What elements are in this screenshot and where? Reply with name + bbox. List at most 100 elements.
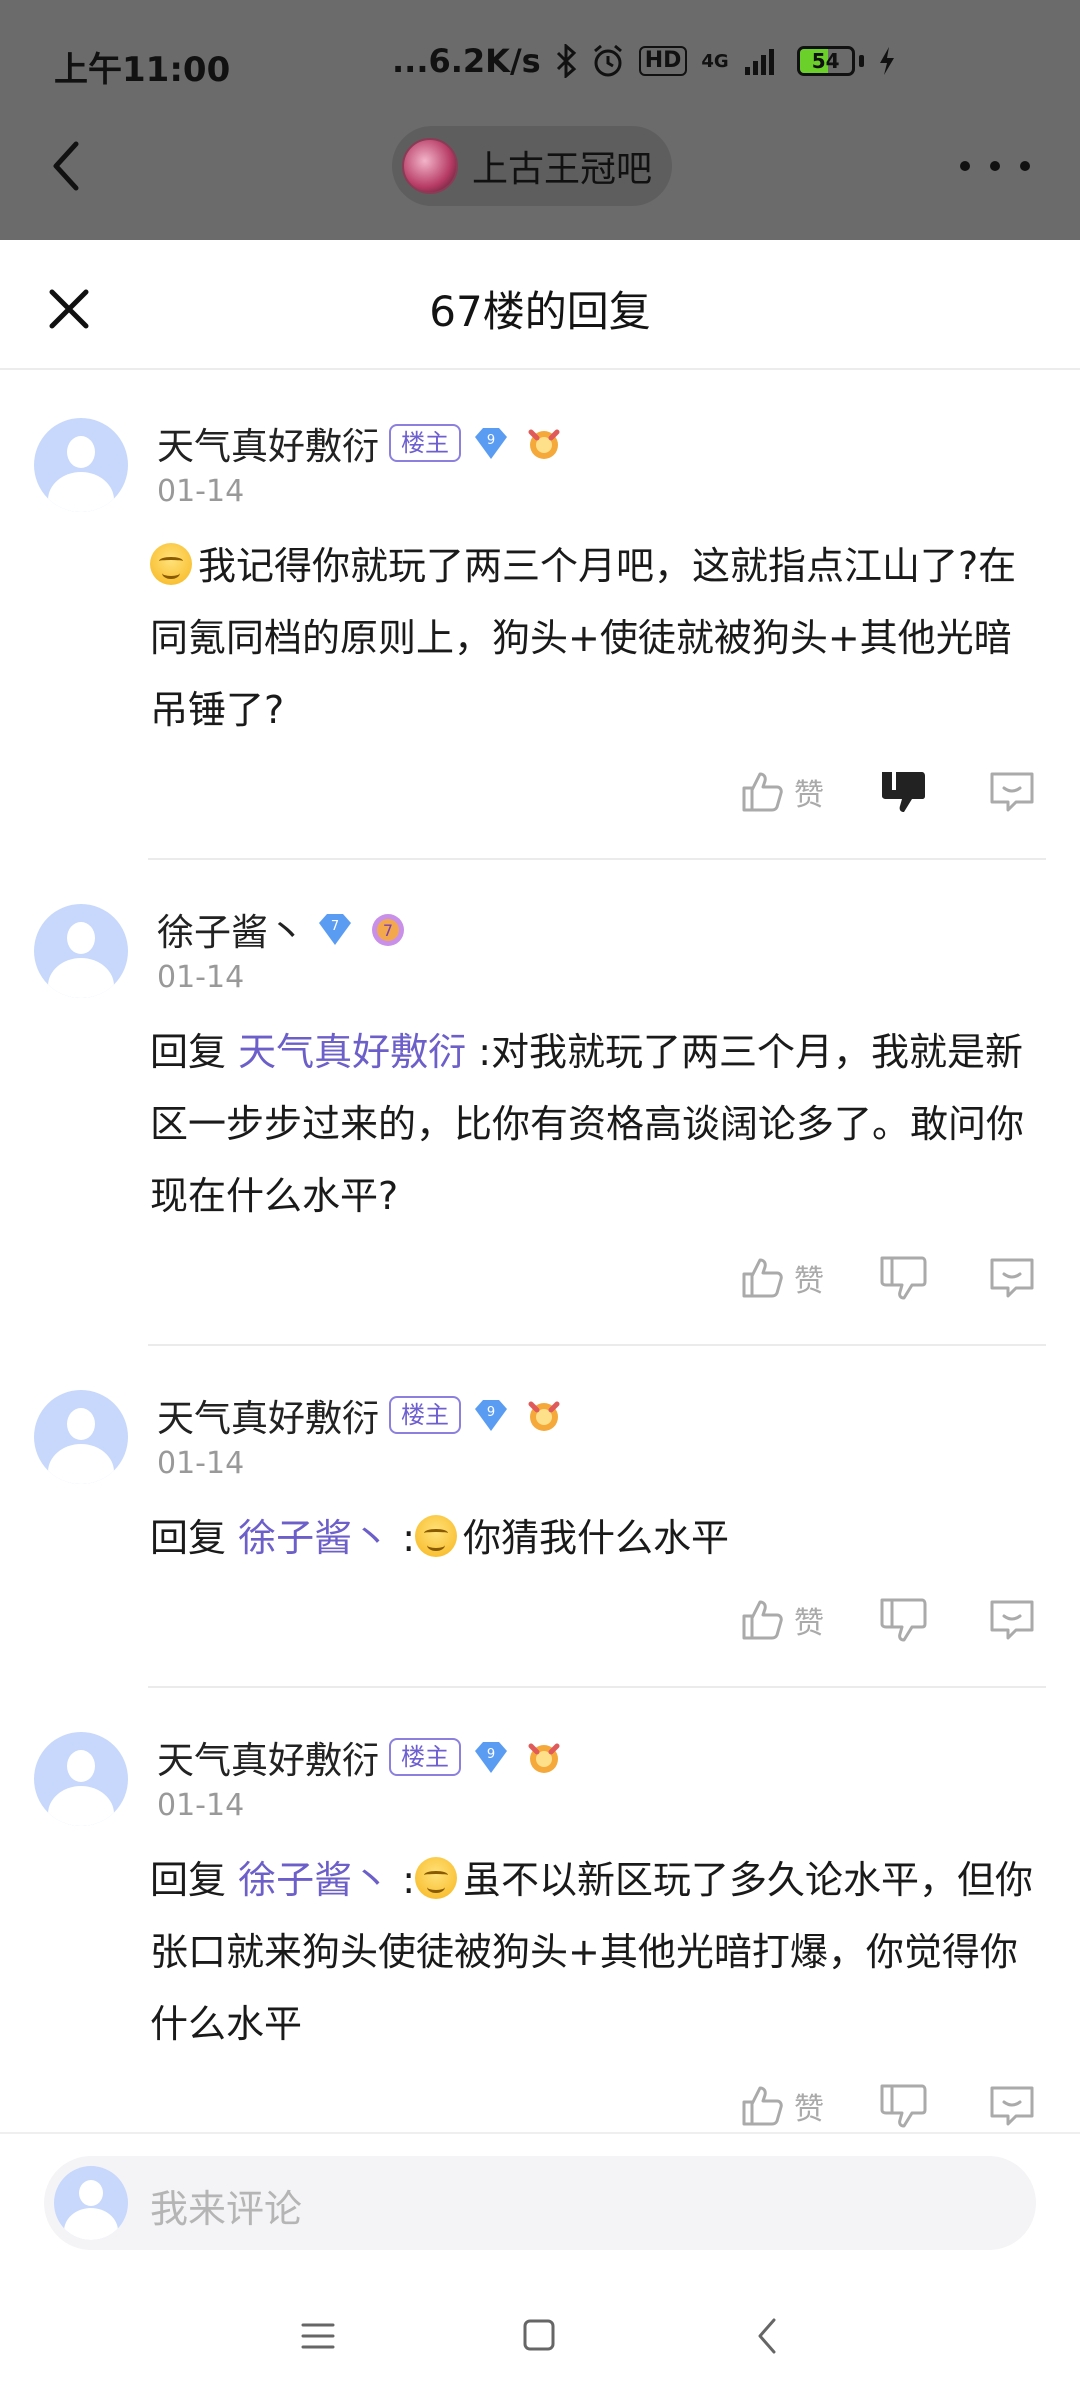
reply-actions: 赞 bbox=[738, 1590, 1038, 1650]
reply-actions: 赞 bbox=[738, 1248, 1038, 1308]
username[interactable]: 徐子酱丶 bbox=[157, 902, 305, 956]
emoji-icon bbox=[415, 1857, 457, 1899]
avatar[interactable] bbox=[34, 1390, 128, 1484]
mention-suffix: : bbox=[390, 1858, 415, 1902]
reply-date: 01-14 bbox=[157, 474, 245, 509]
alarm-icon bbox=[593, 44, 622, 77]
network-speed: ...6.2K/s bbox=[392, 42, 541, 80]
thumbs-up-icon bbox=[742, 772, 783, 812]
like-button[interactable]: 赞 bbox=[738, 768, 868, 816]
nav-back-icon[interactable] bbox=[752, 2316, 782, 2356]
avatar[interactable] bbox=[34, 1732, 128, 1826]
diamond-level-icon: 9 bbox=[475, 1400, 507, 1431]
reply-content: 我记得你就玩了两三个月吧，这就指点江山了?在同氪同档的原则上，狗头+使徒就被狗头… bbox=[150, 530, 1040, 746]
level-number: 7 bbox=[331, 919, 339, 934]
user-row: 天气真好敷衍 楼主 9 bbox=[157, 1730, 567, 1784]
reply-content: 回复 徐子酱丶 : 你猜我什么水平 bbox=[150, 1502, 1040, 1574]
thumbs-down-icon[interactable] bbox=[878, 1594, 930, 1646]
avatar[interactable] bbox=[34, 418, 128, 512]
mention-link[interactable]: 天气真好敷衍 bbox=[238, 1030, 466, 1074]
medal-icon bbox=[528, 429, 560, 459]
owner-badge: 楼主 bbox=[389, 1396, 461, 1434]
thumbs-down-icon[interactable] bbox=[878, 1252, 930, 1304]
user-row: 天气真好敷衍 楼主 9 bbox=[157, 416, 567, 470]
status-bar: 上午11:00 ...6.2K/s HD 4G 54 bbox=[0, 0, 1080, 130]
forum-nav-bar: 上古王冠吧 bbox=[0, 120, 1080, 220]
thumbs-down-icon[interactable] bbox=[878, 766, 930, 818]
forum-pill[interactable]: 上古王冠吧 bbox=[392, 126, 673, 206]
mention-suffix: : bbox=[466, 1030, 491, 1074]
emoji-icon bbox=[150, 543, 192, 585]
home-icon[interactable] bbox=[522, 2318, 556, 2352]
more-icon[interactable] bbox=[960, 146, 1030, 186]
comment-bar: 我来评论 bbox=[0, 2132, 1080, 2270]
diamond-level-icon: 9 bbox=[475, 1742, 507, 1773]
divider bbox=[148, 1686, 1046, 1688]
medal-icon: 7 bbox=[372, 914, 404, 946]
level-number: 9 bbox=[487, 1405, 495, 1420]
avatar[interactable] bbox=[34, 904, 128, 998]
thumbs-up-icon bbox=[742, 1258, 783, 1298]
status-indicators: ...6.2K/s HD 4G 54 bbox=[392, 42, 896, 80]
menu-icon[interactable] bbox=[300, 2318, 336, 2354]
back-arrow-icon[interactable] bbox=[40, 136, 100, 196]
network-type: 4G bbox=[701, 50, 729, 72]
thumbs-down-icon[interactable] bbox=[878, 2080, 930, 2132]
owner-badge: 楼主 bbox=[389, 1738, 461, 1776]
divider bbox=[148, 858, 1046, 860]
hd-indicator: HD bbox=[638, 46, 688, 76]
comment-icon[interactable] bbox=[986, 1252, 1038, 1304]
diamond-level-icon: 9 bbox=[475, 428, 507, 459]
sheet-title: 67楼的回复 bbox=[429, 287, 651, 336]
user-row: 天气真好敷衍 楼主 9 bbox=[157, 1388, 567, 1442]
reply-prefix: 回复 bbox=[150, 1030, 239, 1074]
thumbs-up-icon bbox=[742, 1600, 783, 1640]
reply-content: 回复 徐子酱丶 : 虽不以新区玩了多久论水平，但你张口就来狗头使徒被狗头+其他光暗… bbox=[150, 1844, 1040, 2060]
user-row: 徐子酱丶 7 7 bbox=[157, 902, 411, 956]
forum-name: 上古王冠吧 bbox=[472, 149, 653, 190]
signal-icon bbox=[744, 49, 774, 75]
mention-link[interactable]: 徐子酱丶 bbox=[238, 1858, 390, 1902]
like-button[interactable]: 赞 bbox=[738, 1254, 868, 1302]
reply-text: 你猜我什么水平 bbox=[463, 1516, 730, 1560]
comment-icon[interactable] bbox=[986, 766, 1038, 818]
like-label: 赞 bbox=[794, 778, 824, 813]
comment-icon[interactable] bbox=[986, 2080, 1038, 2132]
like-label: 赞 bbox=[794, 2092, 824, 2127]
username[interactable]: 天气真好敷衍 bbox=[157, 416, 379, 470]
status-time: 上午11:00 bbox=[54, 50, 231, 90]
reply-prefix: 回复 bbox=[150, 1858, 239, 1902]
level-number: 9 bbox=[487, 1747, 495, 1762]
reply-date: 01-14 bbox=[157, 960, 245, 995]
reply-content: 回复 天气真好敷衍 :对我就玩了两三个月，我就是新区一步步过来的，比你有资格高谈… bbox=[150, 1016, 1040, 1232]
comment-placeholder: 我来评论 bbox=[150, 2187, 303, 2231]
bluetooth-icon bbox=[556, 44, 576, 78]
reply-date: 01-14 bbox=[157, 1788, 245, 1823]
like-button[interactable]: 赞 bbox=[738, 1596, 868, 1644]
reply-actions: 赞 bbox=[738, 2076, 1038, 2136]
username[interactable]: 天气真好敷衍 bbox=[157, 1730, 379, 1784]
reply-date: 01-14 bbox=[157, 1446, 245, 1481]
svg-text:7: 7 bbox=[383, 921, 393, 940]
level-number: 9 bbox=[487, 433, 495, 448]
sheet-header: 67楼的回复 bbox=[0, 240, 1080, 370]
username[interactable]: 天气真好敷衍 bbox=[157, 1388, 379, 1442]
emoji-icon bbox=[415, 1515, 457, 1557]
reply-text: 我记得你就玩了两三个月吧，这就指点江山了?在同氪同档的原则上，狗头+使徒就被狗头… bbox=[150, 544, 1017, 732]
owner-badge: 楼主 bbox=[389, 424, 461, 462]
diamond-level-icon: 7 bbox=[319, 914, 351, 945]
thumbs-up-icon bbox=[742, 2086, 783, 2126]
divider bbox=[148, 1344, 1046, 1346]
medal-icon bbox=[528, 1401, 560, 1431]
comment-icon[interactable] bbox=[986, 1594, 1038, 1646]
like-label: 赞 bbox=[794, 1606, 824, 1641]
battery-percent: 54 bbox=[811, 49, 840, 73]
avatar bbox=[54, 2166, 128, 2240]
forum-avatar bbox=[402, 138, 458, 194]
comment-input[interactable]: 我来评论 bbox=[44, 2156, 1036, 2250]
reply-prefix: 回复 bbox=[150, 1516, 239, 1560]
like-button[interactable]: 赞 bbox=[738, 2082, 868, 2130]
reply-actions: 赞 bbox=[738, 762, 1038, 822]
system-nav-bar bbox=[0, 2272, 1080, 2400]
mention-link[interactable]: 徐子酱丶 bbox=[238, 1516, 390, 1560]
